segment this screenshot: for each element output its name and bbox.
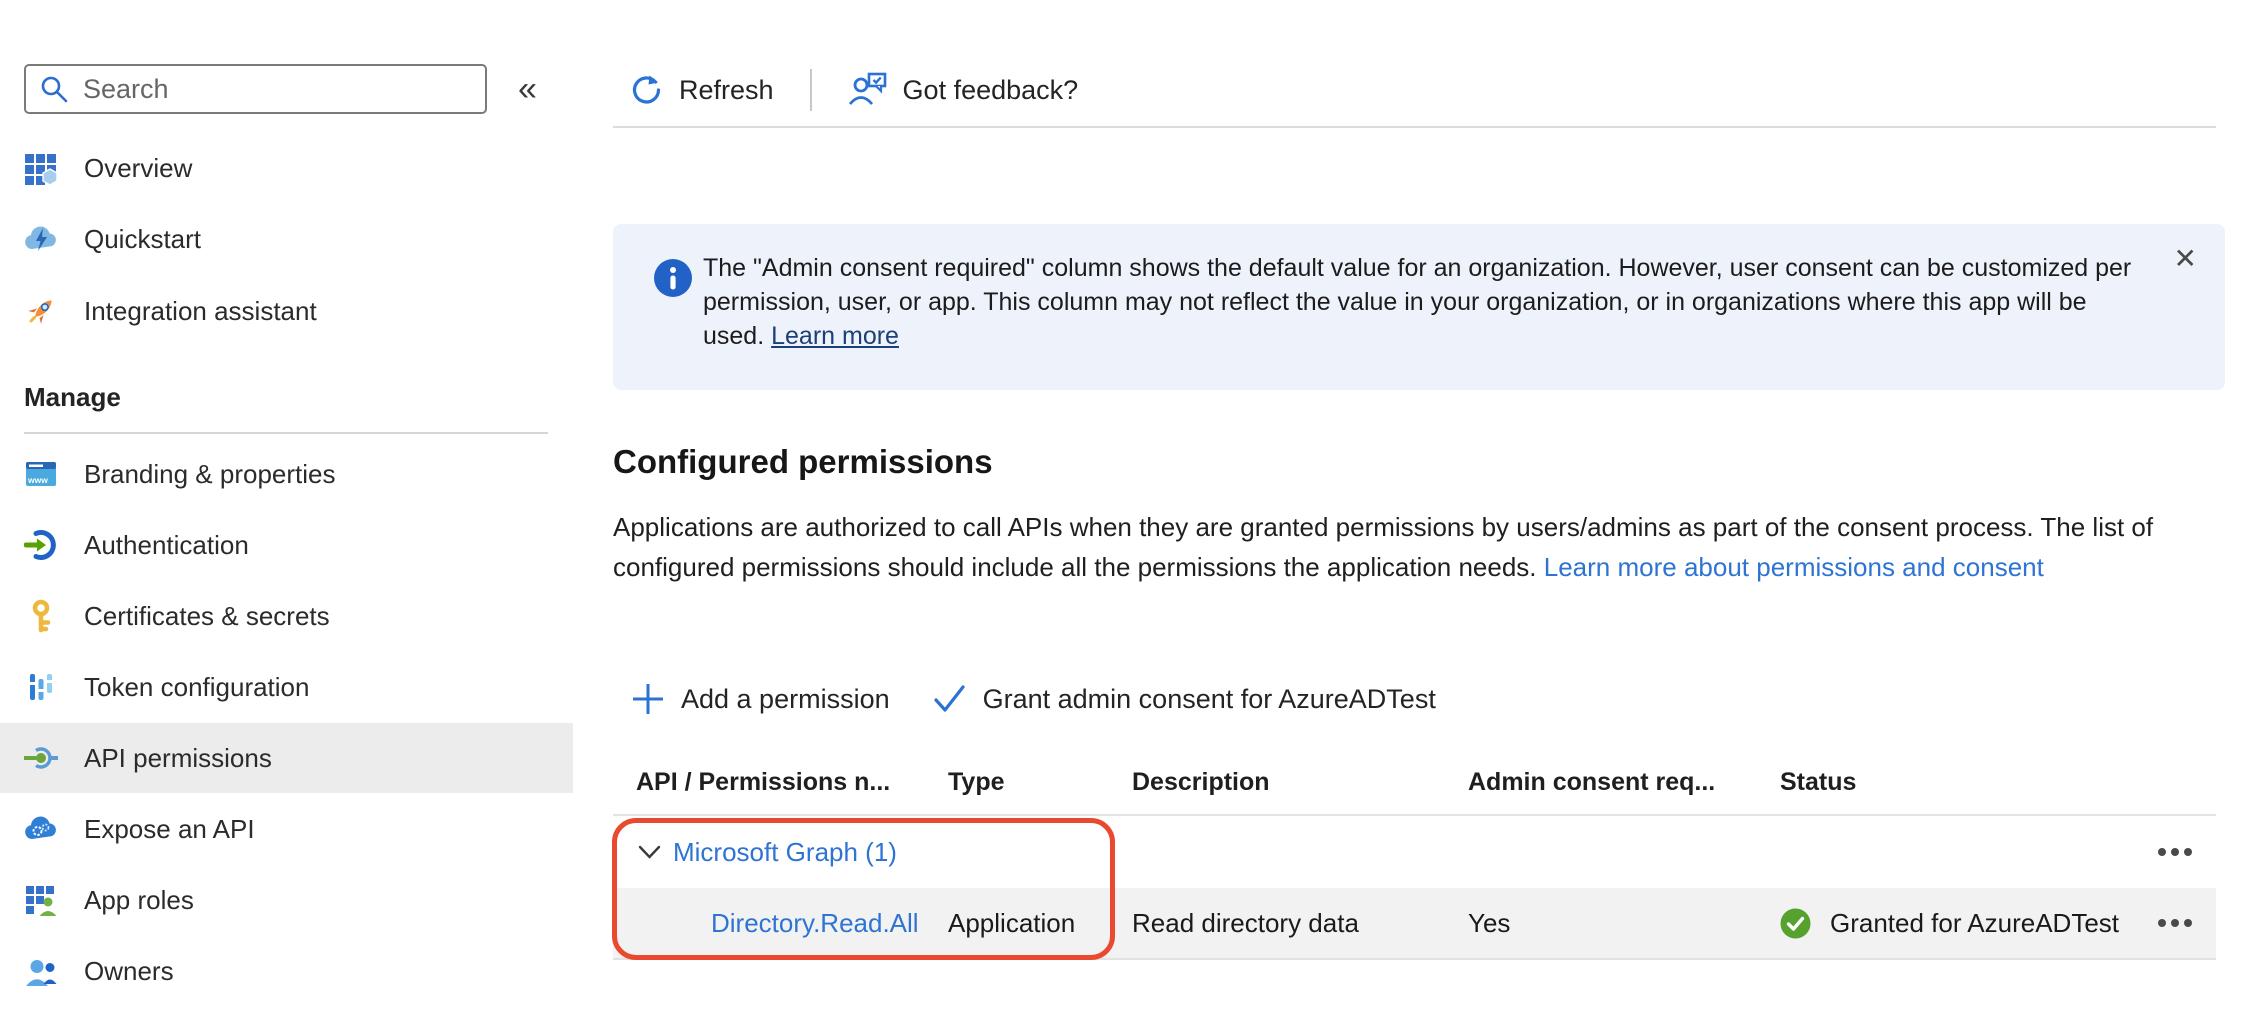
feedback-icon (848, 71, 888, 109)
add-permission-label: Add a permission (681, 684, 890, 715)
sidebar-item-branding[interactable]: www Branding & properties (0, 439, 573, 509)
permission-link[interactable]: Directory.Read.All (711, 908, 919, 938)
add-permission-button[interactable]: Add a permission (630, 681, 890, 717)
sidebar-item-label: Branding & properties (84, 459, 335, 490)
permission-name-cell: Directory.Read.All (613, 908, 948, 939)
permission-type-cell: Application (948, 908, 1132, 939)
svg-text:www: www (27, 475, 48, 485)
app-roles-icon (24, 883, 58, 917)
feedback-label: Got feedback? (903, 75, 1079, 106)
grant-admin-consent-label: Grant admin consent for AzureADTest (983, 684, 1436, 715)
status-badge: Granted for AzureADTest (1830, 908, 2119, 939)
sidebar-item-api-permissions[interactable]: API permissions (0, 723, 573, 793)
overview-icon (24, 151, 58, 185)
search-field[interactable] (81, 73, 485, 106)
sidebar-section-manage: Manage (24, 382, 121, 413)
info-banner: The "Admin consent required" column show… (613, 224, 2225, 390)
quickstart-icon (24, 222, 58, 256)
sidebar-item-certificates[interactable]: Certificates & secrets (0, 581, 573, 651)
chevron-down-icon[interactable] (638, 844, 661, 861)
sidebar-item-owners[interactable]: Owners (0, 936, 573, 1006)
column-header-admin-consent[interactable]: Admin consent req... (1468, 768, 1780, 797)
sidebar: « Overview Quickstart (0, 0, 573, 1012)
column-header-status[interactable]: Status (1780, 768, 2140, 797)
column-header-api-permissions-name[interactable]: API / Permissions n... (613, 768, 948, 797)
expose-api-icon (24, 812, 58, 846)
permissions-table: API / Permissions n... Type Description … (613, 750, 2216, 960)
info-icon (653, 258, 693, 298)
sidebar-item-app-roles[interactable]: App roles (0, 865, 573, 935)
command-bar: Refresh Got feedback? (628, 60, 1078, 120)
sidebar-item-overview[interactable]: Overview (0, 133, 573, 203)
sidebar-item-expose-an-api[interactable]: Expose an API (0, 794, 573, 864)
integration-assistant-icon (24, 294, 58, 328)
learn-more-link[interactable]: Learn more (771, 322, 899, 350)
info-banner-message: The "Admin consent required" column show… (703, 251, 2153, 353)
sidebar-item-label: Authentication (84, 530, 249, 561)
search-icon (39, 74, 69, 104)
sidebar-divider (24, 432, 548, 434)
owners-icon (24, 954, 58, 988)
sidebar-collapse-button[interactable]: « (518, 68, 537, 110)
sidebar-item-authentication[interactable]: Authentication (0, 510, 573, 580)
close-icon[interactable]: ✕ (2174, 242, 2197, 275)
sidebar-item-integration-assistant[interactable]: Integration assistant (0, 276, 573, 346)
permission-description-cell: Read directory data (1132, 908, 1468, 939)
sidebar-item-label: Integration assistant (84, 296, 317, 327)
sidebar-item-label: Overview (84, 153, 192, 184)
toolbar-divider (613, 126, 2216, 128)
main-content: Refresh Got feedback? The " (573, 0, 2242, 1012)
more-options-icon (2158, 919, 2166, 927)
group-cell: Microsoft Graph (1) (613, 837, 2140, 868)
table-actions: Add a permission Grant admin consent for… (630, 672, 1436, 726)
refresh-label: Refresh (679, 75, 774, 106)
sidebar-item-label: Quickstart (84, 224, 201, 255)
app-window: « Overview Quickstart (0, 0, 2242, 1012)
check-icon (932, 683, 968, 715)
admin-consent-required-cell: Yes (1468, 908, 1780, 939)
refresh-icon (628, 72, 664, 108)
table-group-row: Microsoft Graph (1) (613, 816, 2216, 888)
more-options-icon (2158, 848, 2166, 856)
row-more-options-button[interactable] (2140, 888, 2216, 958)
authentication-icon (24, 528, 58, 562)
toolbar-separator (810, 69, 812, 111)
sidebar-item-label: Owners (84, 956, 174, 987)
table-header-row: API / Permissions n... Type Description … (613, 750, 2216, 816)
sidebar-item-label: Token configuration (84, 672, 309, 703)
token-configuration-icon (24, 670, 58, 704)
sidebar-item-label: API permissions (84, 743, 272, 774)
grant-admin-consent-button[interactable]: Grant admin consent for AzureADTest (932, 683, 1436, 715)
search-input[interactable] (24, 64, 487, 114)
column-header-type[interactable]: Type (948, 768, 1132, 797)
status-cell: Granted for AzureADTest (1780, 908, 2140, 939)
table-row: Directory.Read.All Application Read dire… (613, 888, 2216, 960)
sidebar-item-label: Expose an API (84, 814, 255, 845)
certificates-icon (24, 599, 58, 633)
sidebar-item-label: App roles (84, 885, 194, 916)
group-more-options-button[interactable] (2140, 816, 2216, 888)
sidebar-item-label: Certificates & secrets (84, 601, 330, 632)
refresh-button[interactable]: Refresh (628, 72, 774, 108)
column-header-description[interactable]: Description (1132, 768, 1468, 797)
branding-icon: www (24, 457, 58, 491)
sidebar-item-token-configuration[interactable]: Token configuration (0, 652, 573, 722)
plus-icon (630, 681, 666, 717)
microsoft-graph-link[interactable]: Microsoft Graph (1) (673, 837, 897, 868)
granted-check-icon (1780, 908, 1811, 939)
permissions-description: Applications are authorized to call APIs… (613, 507, 2158, 587)
info-banner-text: The "Admin consent required" column show… (703, 254, 2131, 350)
learn-more-permissions-link[interactable]: Learn more about permissions and consent (1544, 552, 2044, 582)
sidebar-item-quickstart[interactable]: Quickstart (0, 204, 573, 274)
api-permissions-icon (24, 741, 58, 775)
got-feedback-button[interactable]: Got feedback? (848, 71, 1079, 109)
page-title: Configured permissions (613, 440, 993, 484)
